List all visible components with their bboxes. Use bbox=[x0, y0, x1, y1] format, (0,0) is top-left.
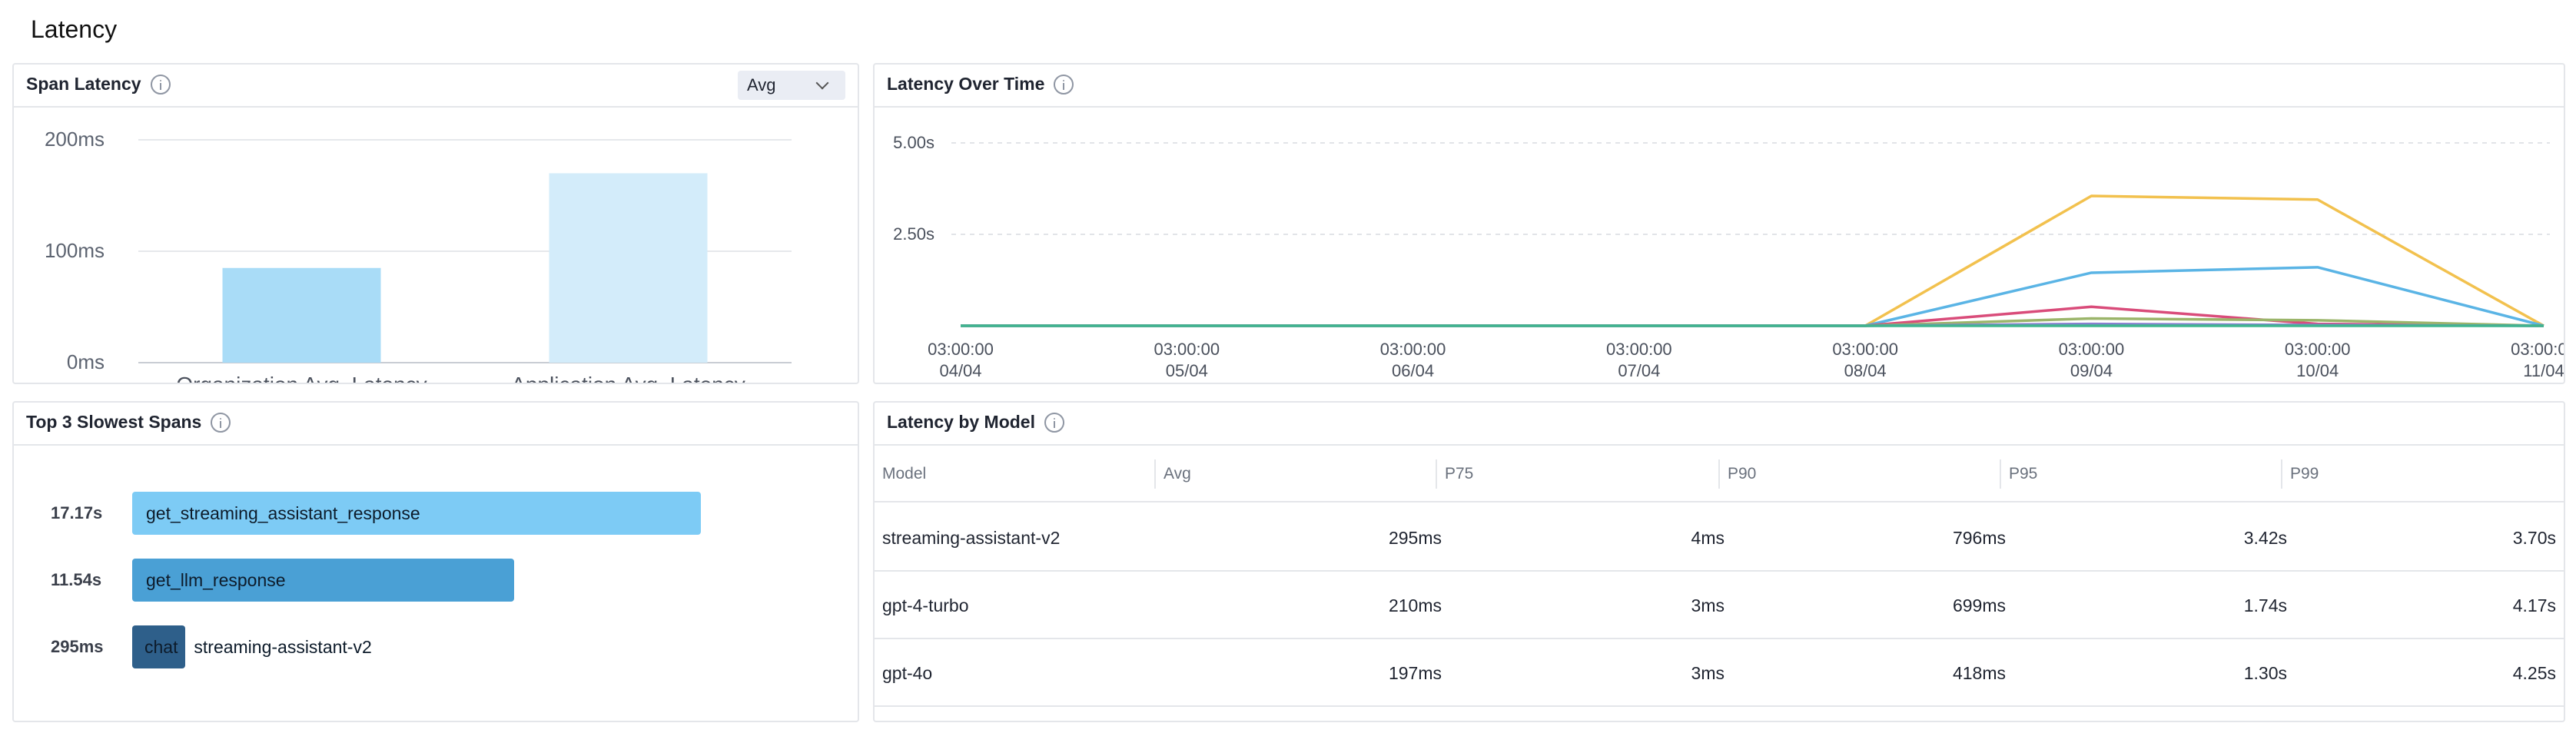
cell-model: gpt-4-turbo bbox=[882, 595, 969, 615]
y-tick-label: 200ms bbox=[45, 128, 105, 151]
x-tick-label: 05/04 bbox=[1166, 361, 1208, 380]
x-tick-label: 03:00:00 bbox=[1832, 340, 1898, 359]
column-header-p95[interactable]: P95 bbox=[2001, 446, 2037, 502]
cell-p95: 3.42s bbox=[2243, 528, 2287, 548]
info-icon[interactable] bbox=[1044, 412, 1064, 433]
page-title: Latency bbox=[31, 15, 118, 43]
latency-over-time-card: Latency Over Time 2.50s 5.00s 03:00:00 04/0… bbox=[873, 63, 2565, 384]
info-icon[interactable] bbox=[150, 74, 171, 95]
x-tick-label: 10/04 bbox=[2296, 361, 2339, 380]
cell-avg: 210ms bbox=[1388, 595, 1442, 615]
column-header-avg[interactable]: Avg bbox=[1156, 446, 1191, 502]
series-line[interactable] bbox=[961, 266, 2544, 327]
bar[interactable] bbox=[549, 173, 708, 363]
slow-span-duration: 17.17s bbox=[51, 503, 103, 522]
slowest-spans-card: Top 3 Slowest Spans 17.17s get_streaming… bbox=[12, 401, 859, 722]
x-tick-label: Organization Avg. Latency bbox=[176, 373, 427, 383]
span-latency-title: Span Latency bbox=[26, 74, 141, 94]
y-tick-label: 5.00s bbox=[893, 133, 934, 152]
latency-over-time-title: Latency Over Time bbox=[887, 74, 1045, 94]
x-tick-label: 09/04 bbox=[2070, 361, 2113, 380]
cell-avg: 295ms bbox=[1388, 528, 1442, 548]
x-tick-label: 06/04 bbox=[1392, 361, 1434, 380]
cell-p99: 3.70s bbox=[2512, 528, 2556, 548]
cell-p95: 1.30s bbox=[2243, 663, 2287, 683]
slow-span-name-prefix: chat bbox=[144, 637, 178, 657]
y-tick-label: 0ms bbox=[67, 350, 105, 373]
slow-span-duration: 11.54s bbox=[51, 570, 102, 589]
cell-p75: 4ms bbox=[1691, 528, 1725, 548]
y-tick-label: 2.50s bbox=[893, 224, 934, 244]
info-icon[interactable] bbox=[211, 412, 231, 433]
slow-span-name: get_streaming_assistant_response bbox=[146, 503, 420, 523]
slow-span-bar[interactable]: get_llm_response bbox=[132, 559, 514, 602]
x-tick-label: 03:00:00 bbox=[928, 340, 994, 359]
latency-by-model-title: Latency by Model bbox=[887, 412, 1035, 432]
cell-model: gpt-4o bbox=[882, 663, 933, 683]
table-row[interactable]: gpt-4o 197ms 3ms 418ms 1.30s 4.25s bbox=[875, 639, 2564, 707]
series-line[interactable] bbox=[961, 305, 2544, 327]
x-tick-label: Application Avg. Latency bbox=[511, 373, 745, 383]
cell-p90: 796ms bbox=[1952, 528, 2006, 548]
cell-model: streaming-assistant-v2 bbox=[882, 528, 1061, 548]
slowest-spans-header: Top 3 Slowest Spans bbox=[14, 403, 858, 446]
cell-p75: 3ms bbox=[1691, 663, 1725, 683]
slowest-spans-title: Top 3 Slowest Spans bbox=[26, 412, 202, 432]
span-latency-header: Span Latency Avg bbox=[14, 65, 858, 108]
cell-p90: 699ms bbox=[1952, 595, 2006, 615]
column-header-p90[interactable]: P90 bbox=[1720, 446, 1756, 502]
aggregation-select-value: Avg bbox=[747, 75, 776, 95]
column-header-p75[interactable]: P75 bbox=[1437, 446, 1473, 502]
cell-p75: 3ms bbox=[1691, 595, 1725, 615]
x-tick-label: 03:00:00 bbox=[1154, 340, 1220, 359]
table-header: Model Avg P75 P90 P95 P99 bbox=[875, 446, 2564, 502]
slow-span-name: get_llm_response bbox=[146, 570, 286, 590]
info-icon[interactable] bbox=[1054, 74, 1074, 95]
y-tick-label: 100ms bbox=[45, 239, 105, 262]
bar[interactable] bbox=[222, 267, 381, 363]
x-tick-label: 11/04 bbox=[2523, 361, 2564, 380]
x-tick-label: 03:00:00 bbox=[1606, 340, 1672, 359]
slow-span-bar[interactable]: get_streaming_assistant_response bbox=[132, 492, 701, 535]
latency-by-model-header: Latency by Model bbox=[875, 403, 2564, 446]
latency-over-time-chart: 2.50s 5.00s 03:00:00 04/04 03:00:00 05/04 03:0… bbox=[893, 133, 2564, 380]
column-header-p99[interactable]: P99 bbox=[2282, 446, 2319, 502]
table-row[interactable]: gpt-4-turbo 210ms 3ms 699ms 1.74s 4.17s bbox=[875, 572, 2564, 639]
x-tick-label: 03:00:00 bbox=[1380, 340, 1446, 359]
slow-span-name-suffix: streaming-assistant-v2 bbox=[189, 637, 372, 657]
slow-span-row[interactable]: 11.54s get_llm_response bbox=[14, 559, 782, 602]
x-tick-label: 03:00:00 bbox=[2511, 340, 2564, 359]
slow-span-row[interactable]: 295ms chat streaming-assistant-v2 bbox=[14, 625, 782, 668]
slow-span-duration: 295ms bbox=[51, 637, 104, 656]
cell-p99: 4.17s bbox=[2512, 595, 2556, 615]
cell-p90: 418ms bbox=[1952, 663, 2006, 683]
x-tick-label: 03:00:00 bbox=[2059, 340, 2125, 359]
chevron-down-icon bbox=[815, 76, 829, 90]
slow-span-bar[interactable]: chat bbox=[132, 625, 185, 668]
span-latency-card: Span Latency Avg 0ms 100ms 200ms Organizati… bbox=[12, 63, 859, 384]
x-tick-label: 08/04 bbox=[1844, 361, 1887, 380]
series-line[interactable] bbox=[961, 194, 2544, 327]
x-tick-label: 07/04 bbox=[1618, 361, 1660, 380]
latency-over-time-header: Latency Over Time bbox=[875, 65, 2564, 108]
latency-by-model-card: Latency by Model Model Avg P75 P90 P95 P… bbox=[873, 401, 2565, 722]
x-tick-label: 04/04 bbox=[939, 361, 981, 380]
cell-p99: 4.25s bbox=[2512, 663, 2556, 683]
x-tick-label: 03:00:00 bbox=[2285, 340, 2351, 359]
slow-span-row[interactable]: 17.17s get_streaming_assistant_response bbox=[14, 492, 782, 535]
aggregation-select[interactable]: Avg bbox=[738, 71, 845, 100]
span-latency-chart: 0ms 100ms 200ms Organization Avg. Latency Ap… bbox=[45, 128, 792, 383]
table-row[interactable]: streaming-assistant-v2 295ms 4ms 796ms 3… bbox=[875, 504, 2564, 572]
cell-avg: 197ms bbox=[1388, 663, 1442, 683]
cell-p95: 1.74s bbox=[2243, 595, 2287, 615]
column-header-model[interactable]: Model bbox=[875, 446, 926, 502]
